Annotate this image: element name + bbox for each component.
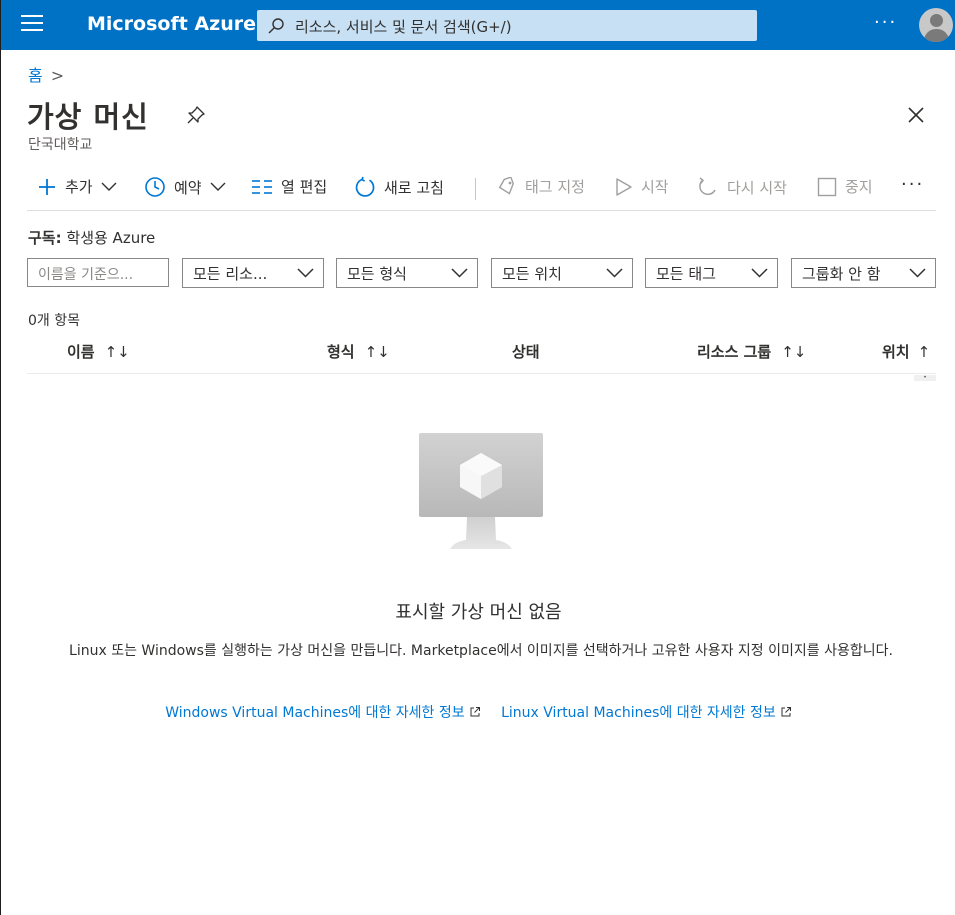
chevron-down-icon	[606, 268, 623, 278]
learn-more-links: Windows Virtual Machines에 대한 자세한 정보 Linu…	[1, 702, 955, 722]
search-placeholder: 리소스, 서비스 및 문서 검색(G+/)	[295, 18, 512, 36]
column-header-name[interactable]: 이름 ↑↓	[67, 341, 130, 362]
plus-icon	[39, 178, 55, 195]
virtual-machine-monitor-icon	[419, 433, 543, 549]
schedule-label: 예약	[174, 178, 202, 197]
tag-icon	[498, 176, 514, 195]
refresh-button[interactable]: 새로 고침	[354, 176, 444, 198]
refresh-label: 새로 고침	[384, 178, 444, 197]
stop-label: 중지	[845, 178, 873, 196]
command-divider	[475, 178, 476, 200]
type-value: 모든 형식	[347, 265, 407, 283]
global-search-input[interactable]: 리소스, 서비스 및 문서 검색(G+/)	[257, 10, 757, 41]
top-bar: Microsoft Azure 리소스, 서비스 및 문서 검색(G+/) ··…	[1, 0, 955, 50]
pin-icon[interactable]	[186, 105, 206, 125]
avatar-head-icon	[930, 14, 943, 27]
sort-icon: ↑↓	[781, 343, 807, 361]
external-link-icon	[470, 707, 480, 717]
breadcrumb: 홈 >	[28, 62, 64, 86]
windows-vm-learn-more-link[interactable]: Windows Virtual Machines에 대한 자세한 정보	[165, 705, 480, 721]
column-header-resource-group[interactable]: 리소스 그룹 ↑↓	[697, 341, 806, 362]
breadcrumb-home-link[interactable]: 홈	[28, 66, 43, 85]
play-icon	[616, 177, 632, 196]
search-icon	[268, 18, 284, 34]
edit-columns-button[interactable]: 열 편집	[251, 176, 327, 197]
page-subtitle: 단국대학교	[28, 137, 93, 153]
tag-dropdown[interactable]: 모든 태그	[645, 258, 778, 288]
chevron-down-icon	[210, 182, 226, 191]
sort-icon: ↑↓	[104, 343, 130, 361]
restart-icon	[699, 177, 716, 196]
column-header-label: 상태	[512, 343, 540, 361]
start-button[interactable]: 시작	[615, 176, 669, 197]
add-button[interactable]: 추가	[37, 176, 117, 197]
chevron-down-icon	[101, 182, 117, 191]
location-value: 모든 위치	[502, 265, 562, 283]
empty-state-description: Linux 또는 Windows를 실행하는 가상 머신을 만듭니다. Mark…	[69, 643, 893, 659]
empty-state-title: 표시할 가상 머신 없음	[395, 602, 562, 623]
chevron-right-icon: >	[50, 66, 65, 85]
column-header-label: 위치	[882, 343, 910, 361]
column-header-label: 이름	[67, 343, 95, 361]
type-dropdown[interactable]: 모든 형식	[336, 258, 478, 288]
chevron-down-icon	[297, 268, 314, 278]
subscription-value: 학생용 Azure	[66, 229, 156, 247]
assign-tags-label: 태그 지정	[525, 178, 585, 196]
grouping-value: 그룹화 안 함	[802, 265, 881, 283]
horizontal-scrollbar[interactable]: •	[914, 375, 936, 381]
subscription-filter[interactable]: 구독: 학생용 Azure	[28, 227, 155, 248]
location-dropdown[interactable]: 모든 위치	[491, 258, 633, 288]
linux-link-text: Linux Virtual Machines에 대한 자세한 정보	[501, 705, 776, 721]
header-divider	[27, 373, 936, 374]
resource-group-dropdown[interactable]: 모든 리소...	[182, 258, 324, 288]
column-header-label: 리소스 그룹	[697, 343, 772, 361]
start-label: 시작	[641, 178, 669, 196]
stop-button[interactable]: 중지	[817, 176, 873, 197]
add-label: 추가	[65, 178, 93, 196]
stop-icon	[817, 177, 837, 196]
more-options-button[interactable]: ···	[874, 12, 897, 33]
column-header-label: 형식	[327, 343, 355, 361]
resource-group-value: 모든 리소...	[193, 265, 268, 283]
linux-vm-learn-more-link[interactable]: Linux Virtual Machines에 대한 자세한 정보	[501, 705, 792, 721]
avatar-body-icon	[924, 29, 949, 42]
clock-icon	[145, 177, 165, 197]
column-header-location[interactable]: 위치 ↑	[882, 341, 930, 362]
chevron-down-icon	[909, 268, 926, 278]
avatar[interactable]	[919, 8, 953, 42]
grouping-dropdown[interactable]: 그룹화 안 함	[791, 258, 936, 288]
close-icon[interactable]	[907, 106, 925, 124]
external-link-icon	[781, 707, 791, 717]
command-bar: 추가 예약 열 편집 새로 고침 태그 지정 시작 다시 시작 중지 ···	[27, 170, 936, 211]
restart-label: 다시 시작	[727, 178, 787, 197]
column-header-status[interactable]: 상태	[512, 341, 540, 362]
chevron-down-icon	[751, 268, 768, 278]
restart-button[interactable]: 다시 시작	[697, 176, 787, 198]
windows-link-text: Windows Virtual Machines에 대한 자세한 정보	[165, 705, 465, 721]
page-title: 가상 머신	[27, 100, 149, 134]
subscription-label: 구독:	[28, 229, 62, 247]
item-count: 0개 항목	[28, 313, 80, 329]
refresh-icon	[355, 176, 375, 197]
name-filter-input[interactable]: 이름을 기준으...	[27, 258, 169, 287]
tag-value: 모든 태그	[656, 265, 716, 283]
sort-icon: ↑↓	[364, 343, 390, 361]
brand-link[interactable]: Microsoft Azure	[87, 13, 256, 35]
command-more-button[interactable]: ···	[901, 174, 924, 195]
columns-icon	[252, 179, 272, 194]
column-header-type[interactable]: 형식 ↑↓	[327, 341, 390, 362]
hamburger-menu-icon[interactable]	[21, 15, 43, 35]
sort-icon: ↑	[917, 343, 931, 361]
edit-columns-label: 열 편집	[281, 178, 328, 196]
chevron-down-icon	[451, 268, 468, 278]
schedule-button[interactable]: 예약	[144, 176, 226, 198]
assign-tags-button[interactable]: 태그 지정	[497, 176, 585, 197]
